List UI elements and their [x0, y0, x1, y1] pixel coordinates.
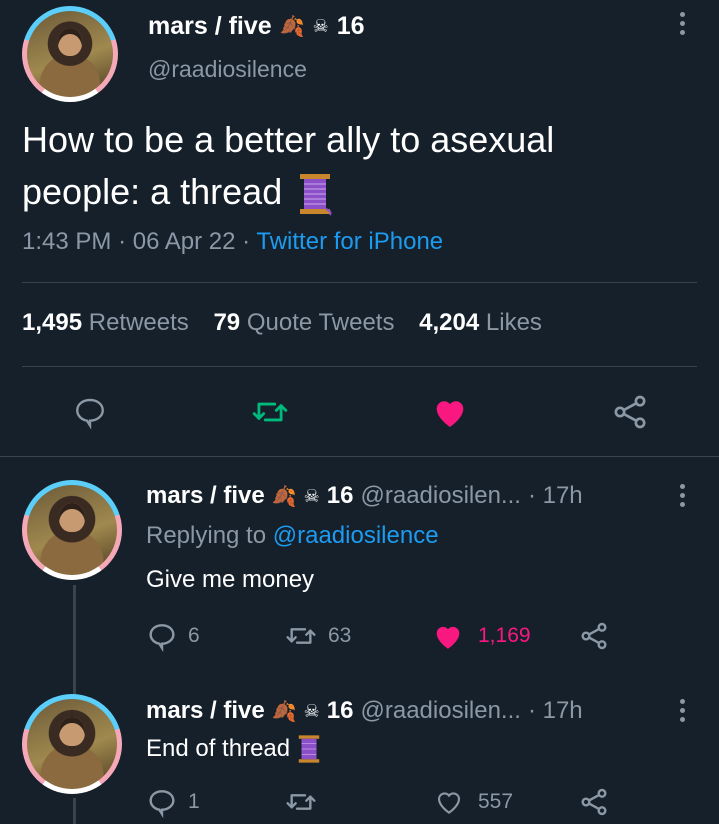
- reply-count: 1: [188, 790, 200, 813]
- avatar[interactable]: [22, 694, 122, 794]
- skull-emoji: ☠: [312, 16, 329, 36]
- more-icon[interactable]: [680, 484, 685, 507]
- name-suffix: 16: [336, 12, 365, 40]
- spool-emoji: [298, 735, 320, 763]
- like-icon: [437, 792, 461, 814]
- reply-time[interactable]: · 17h: [528, 697, 583, 725]
- quotes-stat[interactable]: 79 Quote Tweets: [213, 309, 394, 336]
- reply-text: End of thread: [146, 734, 322, 764]
- skull-emoji: ☠: [303, 485, 320, 506]
- tweet-meta: 1:43 PM · 06 Apr 22 · Twitter for iPhone: [22, 228, 444, 255]
- replying-to-link[interactable]: @raadiosilence: [273, 522, 439, 549]
- reply-author-line: mars / five 🍂 ☠ 16 @raadiosilen... · 17h: [146, 482, 583, 510]
- reply-author-line: mars / five 🍂 ☠ 16 @raadiosilen... · 17h: [146, 697, 583, 725]
- divider: [22, 366, 697, 367]
- retweets-stat[interactable]: 1,495 Retweets: [22, 309, 189, 336]
- main-author-line: mars / five 🍂 ☠ 16: [148, 12, 365, 41]
- display-name[interactable]: mars / five: [146, 697, 265, 725]
- retweet-button[interactable]: [284, 786, 328, 818]
- reply-button[interactable]: 6: [146, 620, 200, 652]
- handle[interactable]: @raadiosilen...: [360, 482, 520, 510]
- share-icon[interactable]: [608, 390, 652, 434]
- tweet-stats: 1,495 Retweets 79 Quote Tweets 4,204 Lik…: [22, 309, 542, 337]
- more-icon[interactable]: [680, 12, 685, 35]
- handle[interactable]: @raadiosilen...: [360, 697, 520, 725]
- reply-button[interactable]: 1: [146, 786, 200, 818]
- like-icon: [436, 626, 460, 649]
- avatar[interactable]: [22, 6, 118, 102]
- thread-line: [73, 798, 76, 824]
- avatar[interactable]: [22, 480, 122, 580]
- thread-line: [73, 585, 76, 695]
- reply-text: Give me money: [146, 566, 315, 593]
- display-name[interactable]: mars / five: [148, 12, 272, 41]
- reply-icon: [149, 790, 175, 818]
- tweet-time[interactable]: 1:43 PM: [22, 228, 111, 255]
- retweet-icon[interactable]: [250, 392, 290, 432]
- spool-emoji: [296, 172, 334, 216]
- leaf-emoji: 🍂: [271, 485, 297, 508]
- tweet-client[interactable]: Twitter for iPhone: [256, 228, 443, 255]
- like-button[interactable]: 1,169: [430, 619, 531, 653]
- like-icon[interactable]: [428, 390, 472, 434]
- leaf-emoji: 🍂: [271, 700, 297, 723]
- more-icon[interactable]: [680, 699, 685, 722]
- handle[interactable]: @raadiosilence: [148, 56, 307, 83]
- retweet-icon: [286, 628, 316, 644]
- tweet-text: How to be a better ally to asexual peopl…: [22, 114, 662, 218]
- reply-time[interactable]: · 17h: [528, 482, 583, 510]
- divider: [0, 456, 719, 457]
- leaf-emoji: 🍂: [279, 16, 305, 38]
- name-suffix: 16: [326, 482, 354, 509]
- likes-stat[interactable]: 4,204 Likes: [419, 309, 542, 336]
- retweet-count: 63: [328, 624, 352, 647]
- skull-emoji: ☠: [303, 700, 320, 721]
- reply-icon: [149, 624, 175, 652]
- name-suffix: 16: [326, 697, 354, 724]
- replying-to: Replying to @raadiosilence: [146, 522, 439, 549]
- share-icon[interactable]: [576, 618, 612, 654]
- reply-icon[interactable]: [70, 392, 110, 432]
- like-count: 557: [478, 790, 514, 813]
- tweet-date[interactable]: 06 Apr 22: [133, 228, 236, 255]
- divider: [22, 282, 697, 283]
- retweet-button[interactable]: 63: [284, 620, 351, 652]
- reply-count: 6: [188, 624, 200, 647]
- like-button[interactable]: 557: [432, 786, 513, 818]
- like-count: 1,169: [478, 624, 531, 647]
- share-icon[interactable]: [576, 784, 612, 820]
- display-name[interactable]: mars / five: [146, 482, 265, 510]
- retweet-icon: [286, 794, 316, 810]
